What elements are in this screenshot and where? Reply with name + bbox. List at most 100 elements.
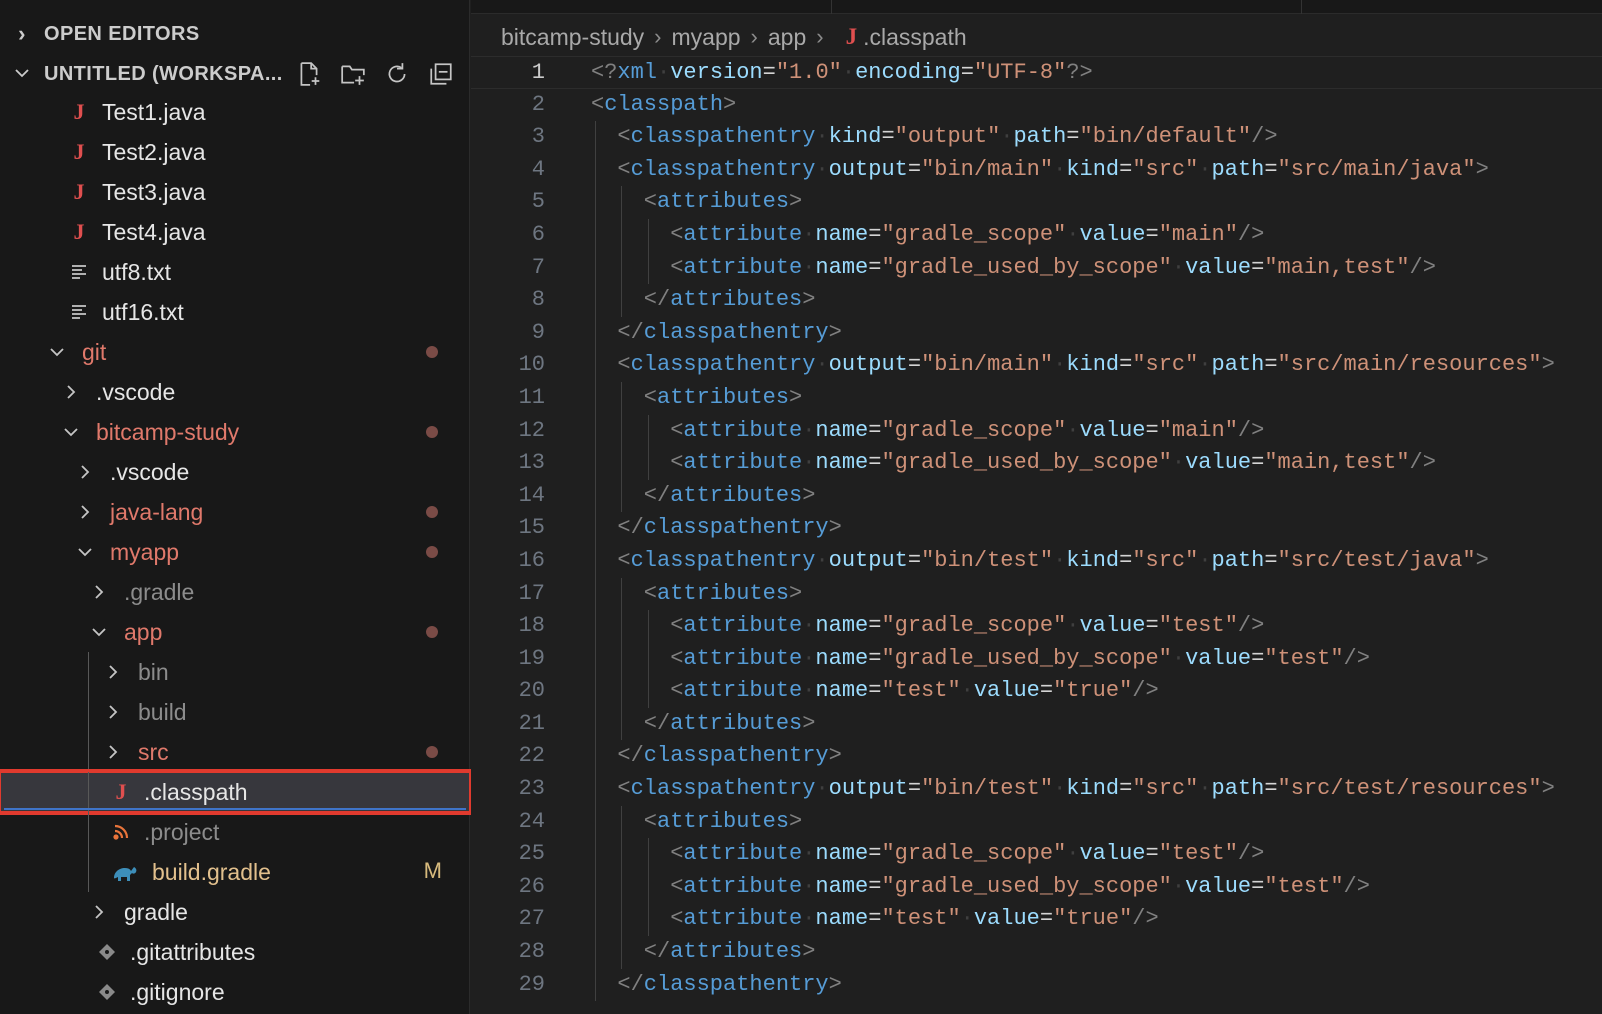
code-line: 6 <attribute·name="gradle_scope"·value="m… xyxy=(471,218,1602,252)
tree-file[interactable]: J Test2.java xyxy=(0,132,470,172)
code-token: attributes xyxy=(670,482,803,508)
chevron-right-icon[interactable] xyxy=(88,901,110,923)
indent-guide xyxy=(595,512,596,545)
code-token: name xyxy=(815,906,869,932)
indent-guide xyxy=(595,936,596,969)
breadcrumb-item[interactable]: app xyxy=(768,24,806,51)
new-folder-icon[interactable] xyxy=(336,57,370,91)
code-text: <attribute·name="gradle_used_by_scope"·v… xyxy=(670,447,1436,480)
chevron-right-icon[interactable] xyxy=(102,701,124,723)
refresh-icon[interactable] xyxy=(380,57,414,91)
tree-file[interactable]: .gitignore xyxy=(0,972,470,1012)
code-token: attribute xyxy=(683,645,803,671)
tree-folder[interactable]: .vscode xyxy=(0,372,470,412)
java-file-icon: J xyxy=(73,139,85,164)
code-token: "gradle_scope" xyxy=(881,221,1067,247)
line-number: 15 xyxy=(518,515,545,541)
indent-guide xyxy=(621,642,623,676)
chevron-right-icon[interactable] xyxy=(74,461,96,483)
chevron-down-icon[interactable] xyxy=(46,341,68,363)
code-token: attributes xyxy=(657,580,790,606)
tree-folder[interactable]: bin xyxy=(0,652,470,692)
code-token: /> xyxy=(1409,450,1436,476)
explorer-sidebar: › OPEN EDITORS UNTITLED (WORKSPA... J Tes… xyxy=(0,0,473,1014)
tree-folder[interactable]: gradle xyxy=(0,892,470,932)
code-token: "bin/main" xyxy=(921,156,1054,182)
code-token: < xyxy=(643,189,657,215)
chevron-right-icon: › xyxy=(750,24,758,49)
tree-file[interactable]: J Test3.java xyxy=(0,172,470,212)
code-text: <classpath> xyxy=(591,89,736,122)
tree-folder[interactable]: src xyxy=(0,732,470,772)
git-change-dot xyxy=(426,426,438,438)
chevron-right-icon[interactable] xyxy=(102,741,124,763)
chevron-right-icon[interactable] xyxy=(60,381,82,403)
tree-folder[interactable]: app xyxy=(0,612,470,652)
code-token: /> xyxy=(1251,124,1278,150)
indent-guide xyxy=(621,577,623,611)
code-token: · xyxy=(802,645,816,671)
code-token: = xyxy=(1119,547,1133,573)
code-token: · xyxy=(1053,547,1067,573)
tree-file[interactable]: J .classpath xyxy=(0,769,473,815)
tree-folder[interactable]: myapp xyxy=(0,532,470,572)
breadcrumb-item[interactable]: bitcamp-study xyxy=(501,24,644,51)
chevron-right-icon[interactable] xyxy=(88,581,110,603)
git-change-dot xyxy=(426,506,438,518)
tree-item-label: Test2.java xyxy=(102,138,206,165)
chevron-down-icon[interactable] xyxy=(88,621,110,643)
line-number: 7 xyxy=(531,254,545,280)
code-token: = xyxy=(868,841,882,867)
tree-folder[interactable]: .vscode xyxy=(0,452,470,492)
tree-folder[interactable]: bitcamp-study xyxy=(0,412,470,452)
tree-file[interactable]: .gitattributes xyxy=(0,932,470,972)
tree-file[interactable]: J Test4.java xyxy=(0,212,470,252)
chevron-down-icon[interactable] xyxy=(74,541,96,563)
chevron-right-icon[interactable] xyxy=(74,501,96,523)
code-token: · xyxy=(960,678,974,704)
line-number: 10 xyxy=(518,352,545,378)
code-token: = xyxy=(1251,645,1265,671)
chevron-right-icon[interactable] xyxy=(102,661,124,683)
code-token: classpathentry xyxy=(630,124,816,150)
collapse-all-icon[interactable] xyxy=(424,57,458,91)
tree-file[interactable]: .project xyxy=(0,812,470,852)
tree-file[interactable]: J Test1.java xyxy=(0,92,470,132)
tree-item-label: .gitattributes xyxy=(130,938,256,965)
tree-file[interactable]: build.gradle M xyxy=(0,852,470,892)
open-editors-header[interactable]: › OPEN EDITORS xyxy=(0,14,470,54)
code-token: "true" xyxy=(1053,678,1133,704)
tree-folder[interactable]: .gradle xyxy=(0,572,470,612)
code-token: kind xyxy=(1066,156,1120,182)
code-token: · xyxy=(802,906,816,932)
code-text: <attribute·name="test"·value="true"/> xyxy=(670,903,1159,936)
workspace-header[interactable]: UNTITLED (WORKSPA... xyxy=(0,54,470,94)
new-file-icon[interactable] xyxy=(292,57,326,91)
code-token: "src/test/java" xyxy=(1277,547,1476,573)
line-number: 14 xyxy=(518,482,545,508)
tree-folder[interactable]: git xyxy=(0,332,470,372)
breadcrumb-item[interactable]: myapp xyxy=(672,24,741,51)
code-token: attribute xyxy=(683,613,803,639)
code-token: </ xyxy=(617,319,644,345)
tree-item-label: .classpath xyxy=(144,778,248,805)
tree-file[interactable]: utf8.txt xyxy=(0,252,470,292)
text-file-icon xyxy=(68,303,90,321)
tree-file[interactable]: utf16.txt xyxy=(0,292,470,332)
line-number: 18 xyxy=(518,613,545,639)
code-token: value xyxy=(1185,645,1252,671)
tree-folder[interactable]: java-lang xyxy=(0,492,470,532)
code-token: "gradle_used_by_scope" xyxy=(881,645,1172,671)
line-number: 9 xyxy=(531,319,545,345)
code-text: </classpathentry> xyxy=(617,317,841,350)
code-token: "gradle_used_by_scope" xyxy=(881,450,1172,476)
tree-item-label: Test4.java xyxy=(102,218,206,245)
tree-folder[interactable]: build xyxy=(0,692,470,732)
tree-item-label: build xyxy=(138,698,187,725)
indent-guide xyxy=(88,652,89,692)
breadcrumb-file[interactable]: J .classpath xyxy=(834,24,967,51)
chevron-down-icon[interactable] xyxy=(60,421,82,443)
code-token: value xyxy=(973,906,1040,932)
code-editor[interactable]: 1 <?xml·version="1.0"·encoding="UTF-8"?> 2… xyxy=(471,56,1602,1014)
indent-guide xyxy=(647,838,649,871)
